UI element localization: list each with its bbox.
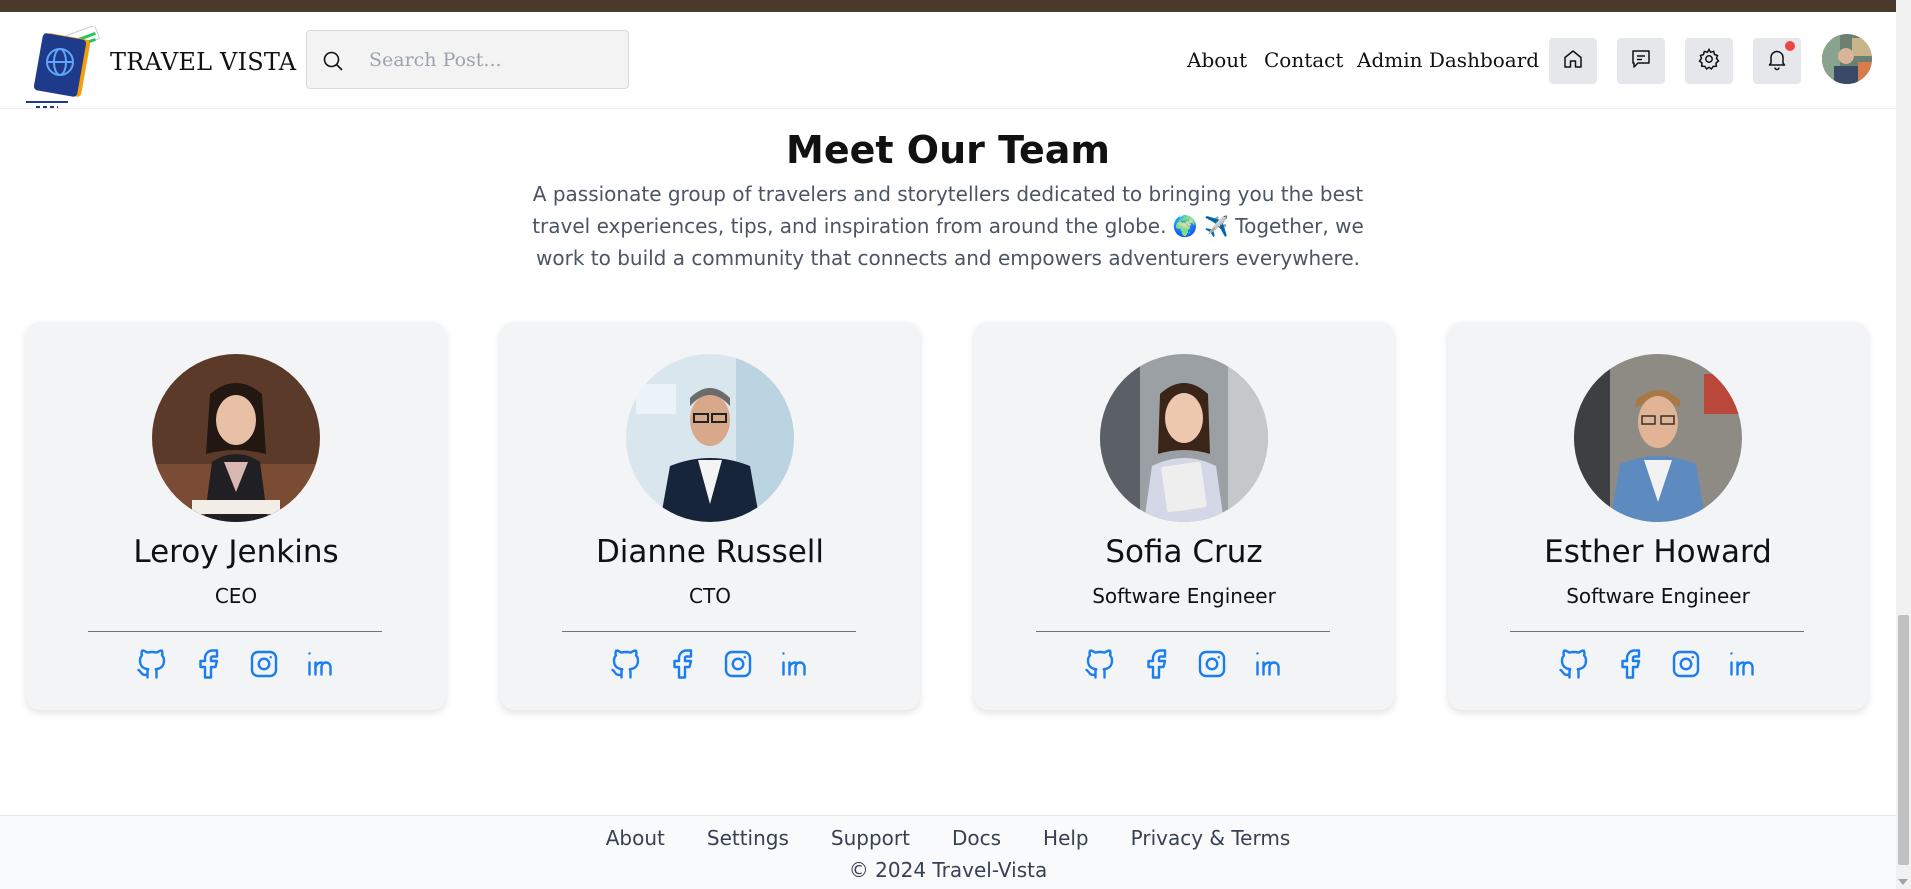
scrollbar-thumb[interactable]: [1898, 615, 1909, 865]
search-input[interactable]: [369, 43, 619, 77]
user-avatar[interactable]: [1822, 34, 1872, 84]
social-links: [26, 646, 446, 682]
site-header: TRAVEL VISTA About Contact Admin Dashboa…: [0, 12, 1896, 109]
github-icon[interactable]: [1556, 646, 1592, 682]
linkedin-icon[interactable]: [776, 646, 812, 682]
card-divider: [88, 631, 382, 632]
facebook-icon[interactable]: [664, 646, 700, 682]
brand-name[interactable]: TRAVEL VISTA: [110, 48, 296, 76]
facebook-icon[interactable]: [1612, 646, 1648, 682]
search-box[interactable]: [306, 30, 629, 89]
linkedin-icon[interactable]: [1724, 646, 1760, 682]
instagram-icon[interactable]: [246, 646, 282, 682]
card-divider: [1510, 631, 1804, 632]
facebook-icon[interactable]: [1138, 646, 1174, 682]
linkedin-icon[interactable]: [302, 646, 338, 682]
copyright-text: © 2024 Travel-Vista: [848, 858, 1048, 882]
team-member-name: Leroy Jenkins: [133, 534, 339, 570]
card-divider: [562, 631, 856, 632]
team-member-photo: [1100, 354, 1268, 522]
team-member-name: Sofia Cruz: [1105, 534, 1263, 570]
footer-link-help[interactable]: Help: [1043, 826, 1089, 850]
site-footer: About Settings Support Docs Help Privacy…: [0, 815, 1896, 889]
messages-button[interactable]: [1617, 38, 1665, 84]
page-scrollbar[interactable]: [1896, 0, 1911, 889]
team-member-name: Esther Howard: [1544, 534, 1772, 570]
team-member-role: CTO: [689, 584, 731, 608]
home-button[interactable]: [1549, 38, 1597, 84]
team-member-photo: [152, 354, 320, 522]
browser-top-strip: [0, 0, 1896, 12]
social-links: [974, 646, 1394, 682]
notifications-button[interactable]: [1753, 38, 1801, 84]
social-links: [1448, 646, 1868, 682]
scroll-down-arrow-icon[interactable]: [1898, 879, 1908, 885]
social-links: [500, 646, 920, 682]
home-icon: [1561, 47, 1585, 75]
search-icon: [321, 49, 345, 73]
team-member-card: Esther Howard Software Engineer: [1448, 322, 1868, 710]
footer-link-settings[interactable]: Settings: [707, 826, 789, 850]
team-member-name: Dianne Russell: [595, 534, 825, 570]
team-member-photo: [626, 354, 794, 522]
team-section-title: Meet Our Team: [786, 128, 1110, 172]
linkedin-icon[interactable]: [1250, 646, 1286, 682]
instagram-icon[interactable]: [1668, 646, 1704, 682]
nav-admin-dashboard-link[interactable]: Admin Dashboard: [1357, 48, 1539, 72]
team-section-description: A passionate group of travelers and stor…: [532, 182, 1364, 270]
team-member-card: Sofia Cruz Software Engineer: [974, 322, 1394, 710]
travel-vista-logo[interactable]: [24, 24, 108, 110]
settings-button[interactable]: [1685, 38, 1733, 84]
instagram-icon[interactable]: [1194, 646, 1230, 682]
bell-icon: [1765, 47, 1789, 75]
github-icon[interactable]: [134, 646, 170, 682]
team-member-role: CEO: [214, 584, 258, 608]
team-member-card: Leroy Jenkins CEO: [26, 322, 446, 710]
nav-about-link[interactable]: About: [1187, 48, 1247, 72]
footer-link-about[interactable]: About: [606, 826, 665, 850]
team-member-card: Dianne Russell CTO: [500, 322, 920, 710]
card-divider: [1036, 631, 1330, 632]
github-icon[interactable]: [1082, 646, 1118, 682]
nav-contact-link[interactable]: Contact: [1264, 48, 1343, 72]
footer-links: About Settings Support Docs Help Privacy…: [0, 826, 1896, 850]
github-icon[interactable]: [608, 646, 644, 682]
team-member-role: Software Engineer: [1092, 584, 1276, 608]
facebook-icon[interactable]: [190, 646, 226, 682]
footer-link-docs[interactable]: Docs: [952, 826, 1001, 850]
footer-link-privacy-terms[interactable]: Privacy & Terms: [1131, 826, 1291, 850]
footer-link-support[interactable]: Support: [831, 826, 910, 850]
team-member-role: Software Engineer: [1566, 584, 1750, 608]
team-member-photo: [1574, 354, 1742, 522]
chat-icon: [1629, 47, 1653, 75]
instagram-icon[interactable]: [720, 646, 756, 682]
notification-badge: [1785, 41, 1795, 51]
gear-icon: [1697, 47, 1721, 75]
